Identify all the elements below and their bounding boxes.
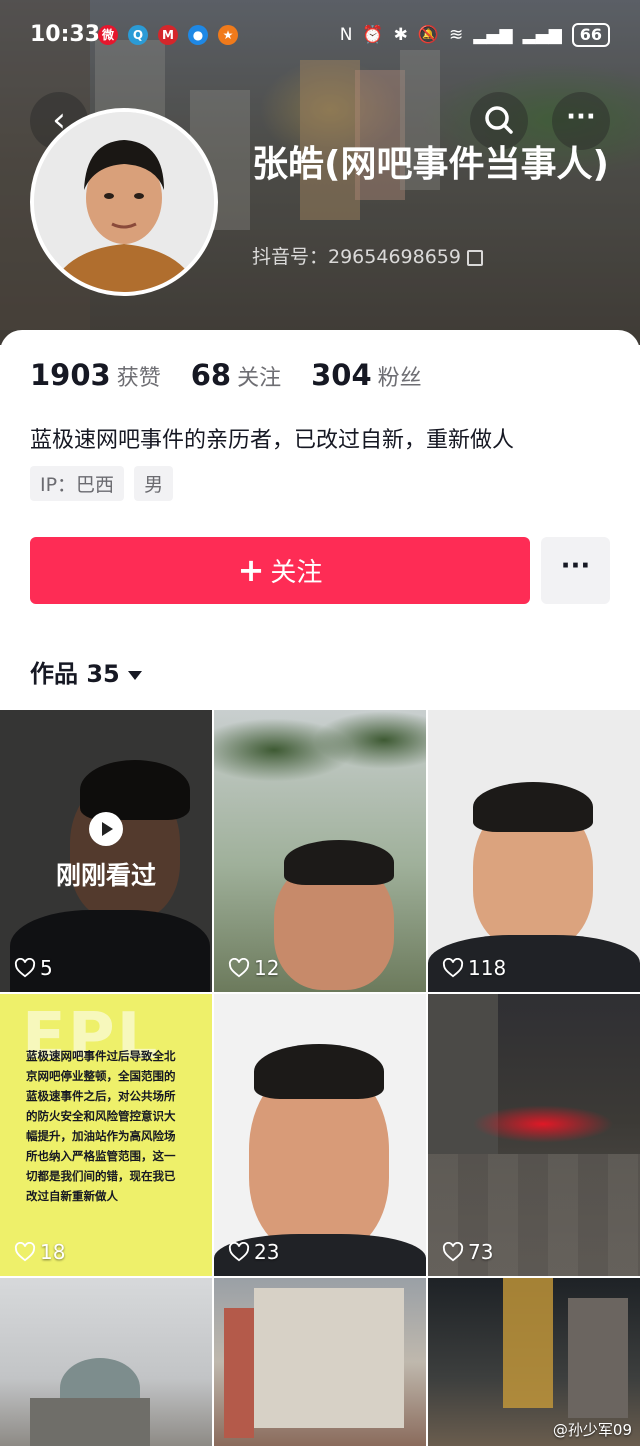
heart-icon (442, 1242, 464, 1262)
status-time: 10:33 (30, 22, 101, 47)
like-count-text: 5 (40, 956, 53, 980)
like-count-text: 18 (40, 1240, 66, 1264)
tab-works[interactable]: 作品 35 (30, 654, 142, 689)
video-thumbnail[interactable] (214, 1278, 426, 1446)
douyin-id[interactable]: 抖音号：29654698659 (252, 242, 483, 269)
mute-icon: 🔕 (417, 25, 440, 45)
app-notification-icon-2: ● (188, 25, 208, 45)
works-count: 35 (86, 660, 120, 688)
follow-button[interactable]: + 关注 (30, 537, 530, 604)
like-count: 118 (442, 956, 506, 980)
watched-overlay (0, 710, 212, 992)
profile-stats: 1903 获赞 68 关注 304 粉丝 (30, 358, 422, 392)
battery-indicator: 66 (571, 23, 610, 47)
video-grid: 刚刚看过 5 12 118 EPL 蓝极速网吧事件过后导致全北京网吧停业整顿，全… (0, 710, 640, 1446)
nfc-icon: N (339, 25, 353, 45)
likes-label: 获赞 (116, 366, 161, 391)
play-icon (89, 812, 123, 846)
more-icon: ··· (560, 551, 591, 581)
following-stat[interactable]: 68 关注 (191, 358, 281, 392)
alarm-icon: ⏰ (362, 25, 384, 45)
heart-icon (442, 958, 464, 978)
video-thumbnail[interactable]: @孙少军09 (428, 1278, 640, 1446)
like-count-text: 73 (468, 1240, 494, 1264)
copy-icon[interactable] (466, 249, 483, 266)
metro-icon: M (158, 25, 178, 45)
followers-label: 粉丝 (377, 366, 422, 391)
heart-icon (14, 1242, 36, 1262)
app-notification-icon: Q (128, 25, 148, 45)
weibo-icon: 微 (98, 25, 118, 45)
followers-count: 304 (311, 358, 372, 392)
more-icon: ··· (566, 102, 596, 132)
video-thumbnail[interactable]: 118 (428, 710, 640, 992)
video-thumbnail[interactable]: 12 (214, 710, 426, 992)
like-count: 18 (14, 1240, 65, 1264)
douyin-id-text: 抖音号：29654698659 (252, 246, 461, 268)
like-count: 12 (228, 956, 279, 980)
wifi-icon: ≋ (449, 25, 464, 45)
video-thumbnail[interactable]: EPL 蓝极速网吧事件过后导致全北京网吧停业整顿，全国范围的蓝极速事件之后，对公… (0, 994, 212, 1276)
profile-bio: 蓝极速网吧事件的亲历者，已改过自新，重新做人 (30, 428, 515, 453)
video-text: 蓝极速网吧事件过后导致全北京网吧停业整顿，全国范围的蓝极速事件之后，对公共场所的… (26, 1049, 176, 1203)
works-label: 作品 (30, 660, 78, 688)
recently-watched-label: 刚刚看过 (55, 861, 156, 890)
app-notification-icon-3: ★ (218, 25, 238, 45)
profile-card: 1903 获赞 68 关注 304 粉丝 蓝极速网吧事件的亲历者，已改过自新，重新做人… (0, 330, 640, 710)
ip-tag: IP：巴西 (30, 466, 125, 501)
avatar[interactable] (30, 108, 218, 296)
following-label: 关注 (237, 366, 282, 391)
status-bar: 10:33 微 Q M ● ★ N ⏰ ✱ 🔕 ≋ ▂▄▆ ▂▄▆ 66 (0, 20, 640, 54)
avatar-photo (34, 112, 214, 292)
bluetooth-icon: ✱ (393, 25, 408, 45)
like-count-text: 12 (254, 956, 280, 980)
video-thumbnail[interactable]: 刚刚看过 5 (0, 710, 212, 992)
heart-icon (14, 958, 36, 978)
signal-icon-2: ▂▄▆ (522, 25, 562, 45)
dropdown-icon (127, 670, 142, 680)
likes-count: 1903 (30, 358, 111, 392)
like-count: 5 (14, 956, 53, 980)
follow-label: 关注 (270, 558, 323, 588)
profile-more-button[interactable]: ··· (541, 537, 610, 604)
like-count: 73 (442, 1240, 493, 1264)
plus-icon: + (237, 551, 265, 589)
watermark: @孙少军09 (552, 1421, 632, 1439)
gender-tag: 男 (134, 466, 174, 501)
heart-icon (228, 1242, 250, 1262)
video-thumbnail[interactable]: 73 (428, 994, 640, 1276)
followers-stat[interactable]: 304 粉丝 (311, 358, 422, 392)
likes-stat: 1903 获赞 (30, 358, 161, 392)
like-count-text: 23 (254, 1240, 280, 1264)
video-thumbnail[interactable]: 23 (214, 994, 426, 1276)
signal-icon: ▂▄▆ (473, 25, 513, 45)
video-thumbnail[interactable] (0, 1278, 212, 1446)
profile-tags: IP：巴西 男 (30, 466, 174, 501)
like-count: 23 (228, 1240, 279, 1264)
heart-icon (228, 958, 250, 978)
like-count-text: 118 (468, 956, 507, 980)
profile-name: 张皓(网吧事件当事人) (252, 144, 609, 185)
following-count: 68 (190, 358, 232, 392)
